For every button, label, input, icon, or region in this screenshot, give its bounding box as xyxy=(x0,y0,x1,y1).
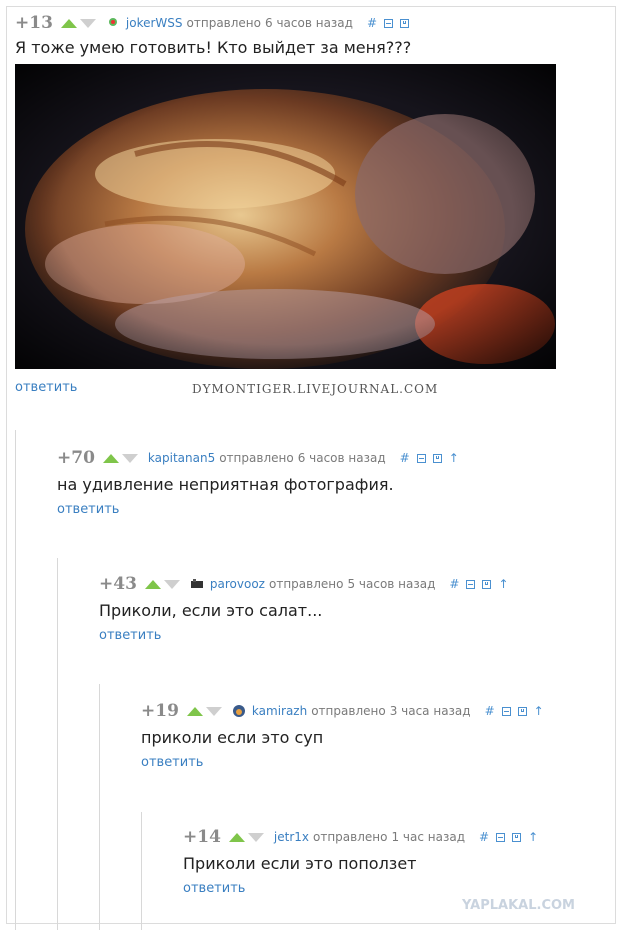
thread-line xyxy=(141,812,142,930)
comment-actions: # ↑ xyxy=(479,830,538,844)
comment-actions: # xyxy=(367,16,410,30)
collapse-icon[interactable] xyxy=(501,706,511,716)
site-watermark: YAPLAKAL.COM xyxy=(462,898,575,913)
reply-link[interactable]: ответить xyxy=(99,628,161,643)
thread-line xyxy=(99,684,100,930)
sent-label: отправлено xyxy=(268,577,344,591)
comment-3: +43 parovooz отправлено 5 часов назад # … xyxy=(99,573,509,643)
avatar xyxy=(190,579,203,588)
comment-text: на удивление неприятная фотография. xyxy=(57,475,394,494)
vote-down-icon[interactable] xyxy=(79,18,96,28)
comment-1: +13 jokerWSS отправлено 6 часов назад # … xyxy=(15,12,411,57)
comment-header: +70 kapitanan5 отправлено 6 часов назад … xyxy=(57,447,459,469)
vote-up-icon[interactable] xyxy=(144,579,161,589)
vote-up-icon[interactable] xyxy=(186,706,203,716)
collapse-icon[interactable] xyxy=(416,453,426,463)
parent-arrow-icon[interactable]: ↑ xyxy=(449,451,459,465)
comment-time: 1 час назад xyxy=(391,830,466,844)
vote-down-icon[interactable] xyxy=(121,453,138,463)
username-link[interactable]: kapitanan5 xyxy=(148,451,215,465)
comment-actions: # ↑ xyxy=(449,577,508,591)
vote-up-icon[interactable] xyxy=(102,453,119,463)
username-link[interactable]: kamirazh xyxy=(252,704,307,718)
comment-actions: # ↑ xyxy=(400,451,459,465)
comment-header: +43 parovooz отправлено 5 часов назад # … xyxy=(99,573,509,595)
thread-line xyxy=(57,558,58,930)
username-link[interactable]: jetr1x xyxy=(274,830,309,844)
comment-time: 3 часа назад xyxy=(389,704,471,718)
comment-score: +13 xyxy=(15,13,53,33)
sent-label: отправлено xyxy=(311,704,386,718)
collapse-icon[interactable] xyxy=(466,579,476,589)
reply-link[interactable]: ответить xyxy=(57,502,119,517)
save-icon[interactable] xyxy=(432,453,442,463)
avatar xyxy=(108,18,117,26)
comment-2: +70 kapitanan5 отправлено 6 часов назад … xyxy=(57,447,459,517)
collapse-icon[interactable] xyxy=(496,832,506,842)
comment-score: +70 xyxy=(57,448,95,468)
photo-watermark: DYMONTIGER.LIVEJOURNAL.COM xyxy=(192,382,439,396)
reply-link[interactable]: ответить xyxy=(183,881,245,896)
reply-link[interactable]: ответить xyxy=(15,380,77,395)
parent-arrow-icon[interactable]: ↑ xyxy=(534,704,544,718)
vote-up-icon[interactable] xyxy=(228,832,245,842)
comment-header: +13 jokerWSS отправлено 6 часов назад # xyxy=(15,12,411,34)
permalink-icon[interactable]: # xyxy=(400,451,410,465)
comment-score: +14 xyxy=(183,827,221,847)
vote-down-icon[interactable] xyxy=(247,832,264,842)
vote-down-icon[interactable] xyxy=(205,706,222,716)
sent-label: отправлено xyxy=(186,16,261,30)
permalink-icon[interactable]: # xyxy=(367,16,377,30)
comment-header: +14 jetr1x отправлено 1 час назад # ↑ xyxy=(183,826,538,848)
username-link[interactable]: parovooz xyxy=(210,577,265,591)
comment-text: приколи если это суп xyxy=(141,728,324,747)
comment-score: +43 xyxy=(99,574,137,594)
roast-image xyxy=(15,64,556,369)
reply-link[interactable]: ответить xyxy=(141,755,203,770)
comment-text: Я тоже умею готовить! Кто выйдет за меня… xyxy=(15,38,412,57)
comment-photo xyxy=(15,64,556,369)
sent-label: отправлено xyxy=(219,451,294,465)
comment-time: 6 часов назад xyxy=(297,451,386,465)
comment-time: 5 часов назад xyxy=(347,577,436,591)
vote-down-icon[interactable] xyxy=(163,579,180,589)
save-icon[interactable] xyxy=(517,706,527,716)
username-link[interactable]: jokerWSS xyxy=(126,16,183,30)
comment-score: +19 xyxy=(141,701,179,721)
comment-5: +14 jetr1x отправлено 1 час назад # ↑ Пр… xyxy=(183,826,538,896)
comment-4: +19 kamirazh отправлено 3 часа назад # ↑… xyxy=(141,700,544,770)
comment-actions: # ↑ xyxy=(485,704,544,718)
permalink-icon[interactable]: # xyxy=(449,577,459,591)
parent-arrow-icon[interactable]: ↑ xyxy=(498,577,508,591)
save-icon[interactable] xyxy=(482,579,492,589)
avatar xyxy=(232,705,245,717)
comment-header: +19 kamirazh отправлено 3 часа назад # ↑ xyxy=(141,700,544,722)
permalink-icon[interactable]: # xyxy=(485,704,495,718)
vote-up-icon[interactable] xyxy=(60,18,77,28)
comment-text: Приколи, если это салат... xyxy=(99,601,323,620)
comment-text: Приколи если это поползет xyxy=(183,854,417,873)
permalink-icon[interactable]: # xyxy=(479,830,489,844)
thread-line xyxy=(15,430,16,930)
save-icon[interactable] xyxy=(512,832,522,842)
collapse-icon[interactable] xyxy=(384,18,394,28)
save-icon[interactable] xyxy=(400,18,410,28)
comment-time: 6 часов назад xyxy=(265,16,353,30)
parent-arrow-icon[interactable]: ↑ xyxy=(528,830,538,844)
sent-label: отправлено xyxy=(313,830,388,844)
